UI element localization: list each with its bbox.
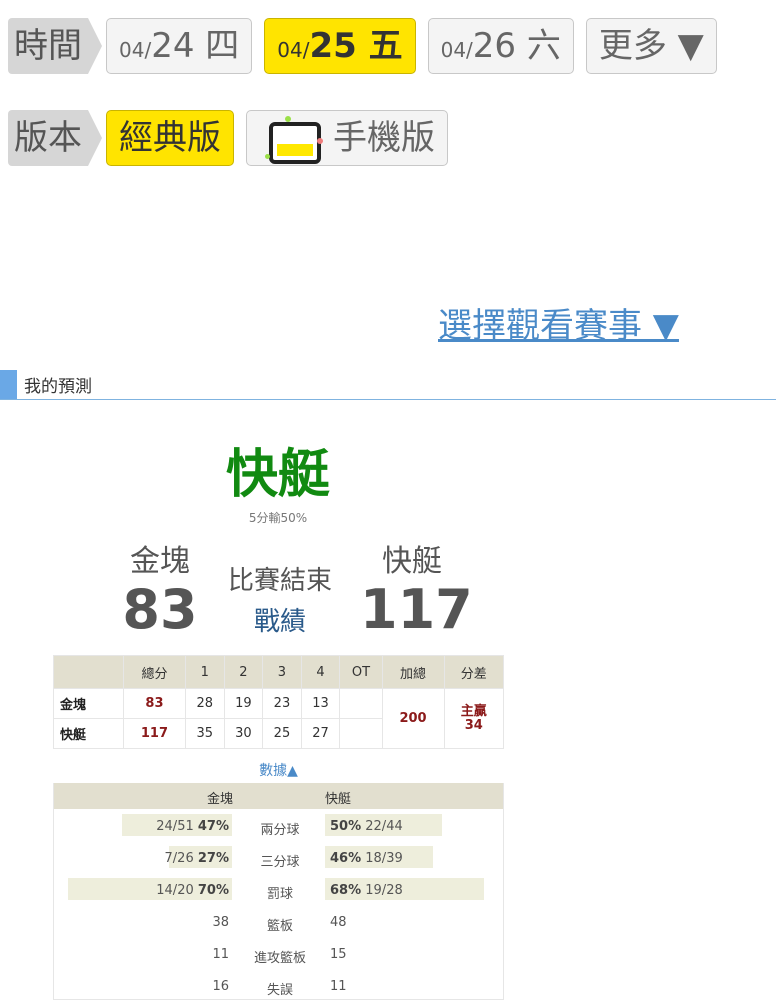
date-selector-row: 時間 04/24 四 04/25 五 04/26 六 更多 ▼: [8, 17, 729, 75]
team-cell: 快艇: [53, 718, 124, 749]
header-cell: OT: [339, 655, 383, 689]
quarter-cell: 25: [262, 718, 302, 749]
diff-value: 34: [464, 717, 483, 733]
header-cell: 3: [262, 655, 302, 689]
away-team: 金塊 83: [118, 536, 202, 641]
more-dates-button[interactable]: 更多 ▼: [585, 18, 717, 74]
total-cell: 117: [123, 718, 186, 749]
team-cell: 金塊: [53, 688, 124, 719]
home-team: 快艇 117: [360, 536, 473, 641]
game-status-text: 比賽結束: [227, 566, 332, 596]
home-stat-value: 48: [330, 915, 347, 930]
boxscore-header-row: 總分 1 2 3 4 OT 加總 分差: [53, 655, 504, 689]
away-stat-value: 16: [212, 979, 229, 994]
prediction: 快艇 5分輸50%: [0, 432, 556, 526]
point-diff-cell: 主贏 34: [443, 688, 504, 749]
stat-row: 16 11 失誤: [54, 969, 503, 999]
home-stat-value: 11: [330, 979, 347, 994]
ot-cell: [339, 718, 383, 749]
version-selector-row: 版本 經典版 手機版: [8, 109, 460, 167]
version-label: 版本: [8, 110, 102, 166]
time-label: 時間: [8, 18, 102, 74]
quarter-cell: 30: [223, 718, 264, 749]
date-button-0424[interactable]: 04/24 四: [106, 18, 253, 74]
stats-toggle[interactable]: 數據▲: [53, 760, 504, 780]
predicted-team: 快艇: [225, 445, 330, 505]
stat-category: 三分球: [260, 855, 300, 870]
stat-row: 14/20 70% 68% 19/28 罰球: [54, 873, 503, 905]
home-team-score: 117: [360, 578, 473, 641]
section-title: 我的預測: [24, 377, 92, 397]
phone-icon: [259, 115, 323, 164]
header-cell: 4: [300, 655, 341, 689]
stat-category: 進攻籃板: [253, 951, 306, 966]
stats-header: 金塊 快艇: [54, 783, 503, 809]
stat-category: 兩分球: [260, 823, 300, 838]
stat-row: 24/51 47% 50% 22/44 兩分球: [54, 809, 503, 841]
stat-row: 7/26 27% 46% 18/39 三分球: [54, 841, 503, 873]
stat-row: 38 48 籃板: [54, 905, 503, 937]
home-team-name: 快艇: [382, 544, 442, 579]
prediction-note: 5分輸50%: [248, 511, 308, 525]
boxscore-table: 總分 1 2 3 4 OT 加總 分差 金塊 83 28 19 23 13 20…: [53, 655, 504, 749]
diff-label: 主贏: [460, 703, 487, 719]
away-stat-value: 11: [212, 947, 229, 962]
stat-category: 罰球: [266, 887, 293, 902]
table-row: 金塊 83 28 19 23 13 200 主贏 34: [53, 688, 504, 749]
header-cell: 總分: [123, 655, 186, 689]
stat-category: 籃板: [266, 919, 293, 934]
header-cell: 加總: [381, 655, 445, 689]
away-team-name: 金塊: [130, 544, 190, 579]
classic-version-button[interactable]: 經典版: [106, 110, 234, 166]
home-stat-value: 46% 18/39: [330, 851, 403, 866]
stat-category: 失誤: [266, 983, 293, 998]
header-cell: 1: [184, 655, 225, 689]
section-marker: [0, 370, 17, 399]
quarter-cell: 13: [300, 688, 341, 719]
select-game-link[interactable]: 選擇觀看賽事 ▼: [438, 298, 679, 347]
game-status: 比賽結束 戰績: [218, 560, 342, 638]
ot-cell: [339, 688, 383, 719]
total-cell: 83: [123, 688, 186, 719]
home-stat-value: 68% 19/28: [330, 883, 403, 898]
quarter-cell: 35: [184, 718, 225, 749]
section-header: 我的預測: [0, 370, 776, 400]
mobile-version-label: 手機版: [333, 118, 435, 158]
quarter-cell: 28: [184, 688, 225, 719]
combined-total-cell: 200: [381, 688, 445, 749]
date-button-0426[interactable]: 04/26 六: [427, 18, 574, 74]
quarter-cell: 27: [300, 718, 341, 749]
stats-away-name: 金塊: [207, 792, 234, 807]
home-stat-value: 50% 22/44: [330, 819, 403, 834]
stat-row: 11 15 進攻籃板: [54, 937, 503, 969]
header-cell: [53, 655, 124, 689]
away-stat-value: 38: [212, 915, 229, 930]
record-link[interactable]: 戰績: [218, 601, 342, 638]
header-cell: 2: [223, 655, 264, 689]
quarter-cell: 19: [223, 688, 264, 719]
stats-home-name: 快艇: [325, 792, 352, 807]
away-stat-value: 7/26 27%: [164, 851, 229, 866]
mobile-version-button[interactable]: 手機版: [246, 110, 448, 166]
away-stat-value: 14/20 70%: [156, 883, 229, 898]
header-cell: 分差: [443, 655, 504, 689]
home-stat-value: 15: [330, 947, 347, 962]
date-button-0425[interactable]: 04/25 五: [264, 18, 416, 74]
quarter-cell: 23: [262, 688, 302, 719]
away-stat-value: 24/51 47%: [156, 819, 229, 834]
away-team-score: 83: [122, 578, 198, 641]
stats-panel: 金塊 快艇 24/51 47% 50% 22/44 兩分球 7/26 27% 46% 1…: [53, 783, 504, 1000]
